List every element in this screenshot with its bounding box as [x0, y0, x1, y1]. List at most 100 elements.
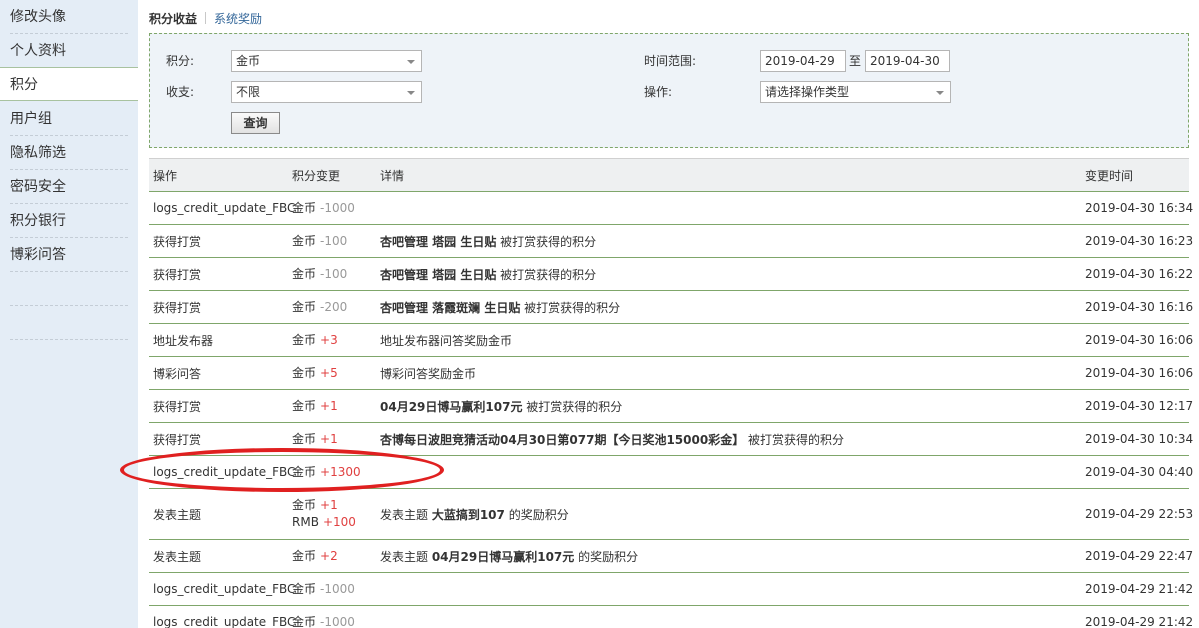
credit-type: 金币: [292, 548, 317, 563]
row-change-time: 2019-04-30 16:23: [1085, 234, 1194, 248]
row-operation: 获得打赏: [153, 267, 202, 282]
detail-text: 被打赏获得的积分: [496, 234, 597, 249]
row-detail: 杏吧管理 塔园 生日贴 被打赏获得的积分: [380, 225, 1080, 257]
table-row: 发表主题 金币 +1 RMB +100 发表主题 大蓝搞到107 的奖励积分 2019-04…: [149, 489, 1193, 540]
query-button[interactable]: 查询: [231, 112, 280, 134]
sidebar-item-credits[interactable]: 积分: [0, 67, 138, 101]
sidebar-divider: [10, 305, 128, 306]
sidebar-item-avatar[interactable]: 修改头像: [10, 0, 128, 34]
detail-thread-link[interactable]: 杏吧管理 塔园 生日贴: [380, 266, 496, 283]
header-credit-change: 积分变更: [292, 168, 341, 183]
credit-amount: -1000: [320, 581, 355, 596]
detail-text: 被打赏获得的积分: [744, 432, 845, 447]
date-to-input[interactable]: 2019-04-30: [865, 50, 950, 72]
credit-type-label: 积分:: [166, 54, 195, 68]
row-operation: 地址发布器: [153, 333, 214, 348]
date-range-separator: 至: [849, 54, 862, 68]
credit-type-value: 金币: [236, 54, 261, 68]
row-detail: [380, 456, 1080, 488]
table-row: 获得打赏 金币 -200 杏吧管理 落霞斑斓 生日贴 被打赏获得的积分 2019-04-…: [149, 291, 1193, 324]
credit-type: 金币: [292, 233, 317, 248]
row-detail: 杏吧管理 落霞斑斓 生日贴 被打赏获得的积分: [380, 291, 1080, 323]
credit-amount: -200: [320, 299, 348, 314]
row-credit-change: 金币 +1 RMB +100: [292, 489, 378, 539]
row-change-time: 2019-04-30 12:17: [1085, 399, 1194, 413]
row-detail: [380, 192, 1080, 224]
row-operation: 发表主题: [153, 549, 202, 564]
row-detail: 发表主题 04月29日博马赢利107元 的奖励积分: [380, 540, 1080, 572]
detail-prefix: 发表主题: [380, 549, 432, 564]
row-detail: [380, 573, 1080, 605]
row-credit-change: 金币 +2: [292, 540, 378, 572]
chevron-down-icon: [936, 91, 944, 95]
sidebar-item-betting-qa[interactable]: 博彩问答: [10, 238, 128, 272]
sidebar-divider: [10, 339, 128, 340]
credit-amount: +3: [320, 332, 338, 347]
detail-thread-link[interactable]: 大蓝搞到107: [432, 506, 505, 523]
date-from-input[interactable]: 2019-04-29: [760, 50, 846, 72]
table-row: 地址发布器 金币 +3 地址发布器问答奖励金币 2019-04-30 16:06: [149, 324, 1193, 357]
row-credit-change: 金币 -100: [292, 258, 378, 290]
row-detail: 地址发布器问答奖励金币: [380, 324, 1080, 356]
row-credit-change: 金币 +1: [292, 423, 378, 455]
sidebar-item-profile[interactable]: 个人资料: [10, 34, 128, 68]
credit-amount: +2: [320, 548, 338, 563]
table-row: 获得打赏 金币 -100 杏吧管理 塔园 生日贴 被打赏获得的积分 2019-04-30…: [149, 225, 1194, 258]
detail-thread-link[interactable]: 杏吧管理 落霞斑斓 生日贴: [380, 299, 520, 316]
row-detail: 杏博每日波胆竞猜活动04月30日第077期【今日奖池15000彩金】 被打赏获得…: [380, 423, 1080, 455]
operation-label: 操作:: [644, 85, 673, 99]
credit-type: 金币: [292, 299, 317, 314]
row-operation: 博彩问答: [153, 366, 202, 381]
credit-amount: +1300: [320, 464, 361, 479]
credit-type: 金币: [292, 464, 317, 479]
operation-value: 请选择操作类型: [765, 85, 850, 99]
credit-type-select[interactable]: 金币: [231, 50, 422, 72]
row-credit-change: 金币 -1000: [292, 573, 378, 605]
detail-thread-link[interactable]: 04月29日博马赢利107元: [380, 398, 522, 415]
credit-type: 金币: [292, 332, 317, 347]
tab-system-reward[interactable]: 系统奖励: [214, 12, 262, 26]
table-row: 博彩问答 金币 +5 博彩问答奖励金币 2019-04-30 16:06: [149, 357, 1193, 390]
flow-select[interactable]: 不限: [231, 81, 422, 103]
detail-text: 被打赏获得的积分: [522, 399, 623, 414]
detail-text: 地址发布器问答奖励金币: [380, 333, 513, 348]
table-row: 获得打赏 金币 +1 杏博每日波胆竞猜活动04月30日第077期【今日奖池15000彩…: [149, 423, 1193, 456]
detail-text: 被打赏获得的积分: [520, 300, 621, 315]
detail-thread-link[interactable]: 04月29日博马赢利107元: [432, 548, 574, 565]
table-row: logs_credit_update_FBC 金币 -1000 2019-04-29 …: [149, 606, 1193, 628]
credit-type: 金币: [292, 614, 317, 628]
detail-text: 的奖励积分: [574, 549, 639, 564]
credit-amount: -100: [320, 233, 348, 248]
table-body: logs_credit_update_FBC 金币 -1000 2019-04-30 …: [149, 192, 1194, 628]
row-change-time: 2019-04-29 22:47: [1085, 549, 1194, 563]
sidebar-item-credit-bank[interactable]: 积分银行: [10, 204, 128, 238]
credit-type: 金币: [292, 365, 317, 380]
row-operation: logs_credit_update_FBC: [153, 201, 296, 215]
operation-select[interactable]: 请选择操作类型: [760, 81, 951, 103]
row-change-time: 2019-04-29 21:42: [1085, 582, 1194, 596]
header-change-time: 变更时间: [1085, 168, 1134, 183]
row-operation: logs_credit_update_FBC: [153, 615, 296, 628]
table-row: 获得打赏 金币 -100 杏吧管理 塔园 生日贴 被打赏获得的积分 2019-04-30…: [149, 258, 1193, 291]
row-operation: 获得打赏: [153, 300, 202, 315]
table-row: 获得打赏 金币 +1 04月29日博马赢利107元 被打赏获得的积分 2019-04-3…: [149, 390, 1194, 423]
detail-thread-link[interactable]: 杏吧管理 塔园 生日贴: [380, 233, 496, 250]
tab-credit-income[interactable]: 积分收益: [149, 12, 197, 26]
credit-amount: -100: [320, 266, 348, 281]
filter-panel: 积分: 金币 收支: 不限 时间范围: 2019-04-29 至 2019-04…: [149, 33, 1189, 148]
tab-bar: 积分收益 系统奖励: [149, 10, 262, 28]
detail-text: 被打赏获得的积分: [496, 267, 597, 282]
row-credit-change: 金币 -1000: [292, 192, 378, 224]
row-operation: 获得打赏: [153, 234, 202, 249]
credit-amount: +1: [320, 431, 338, 446]
sidebar-item-privacy[interactable]: 隐私筛选: [10, 136, 128, 170]
row-operation: logs_credit_update_FBC: [153, 465, 296, 479]
row-operation: 获得打赏: [153, 432, 202, 447]
sidebar-item-usergroup[interactable]: 用户组: [10, 102, 128, 136]
credit-type: 金币: [292, 200, 317, 215]
row-change-time: 2019-04-30 04:40: [1085, 465, 1194, 479]
sidebar-item-password[interactable]: 密码安全: [10, 170, 128, 204]
detail-thread-link[interactable]: 杏博每日波胆竞猜活动04月30日第077期【今日奖池15000彩金】: [380, 431, 744, 448]
credit-type: 金币: [292, 581, 317, 596]
header-detail: 详情: [380, 168, 405, 183]
